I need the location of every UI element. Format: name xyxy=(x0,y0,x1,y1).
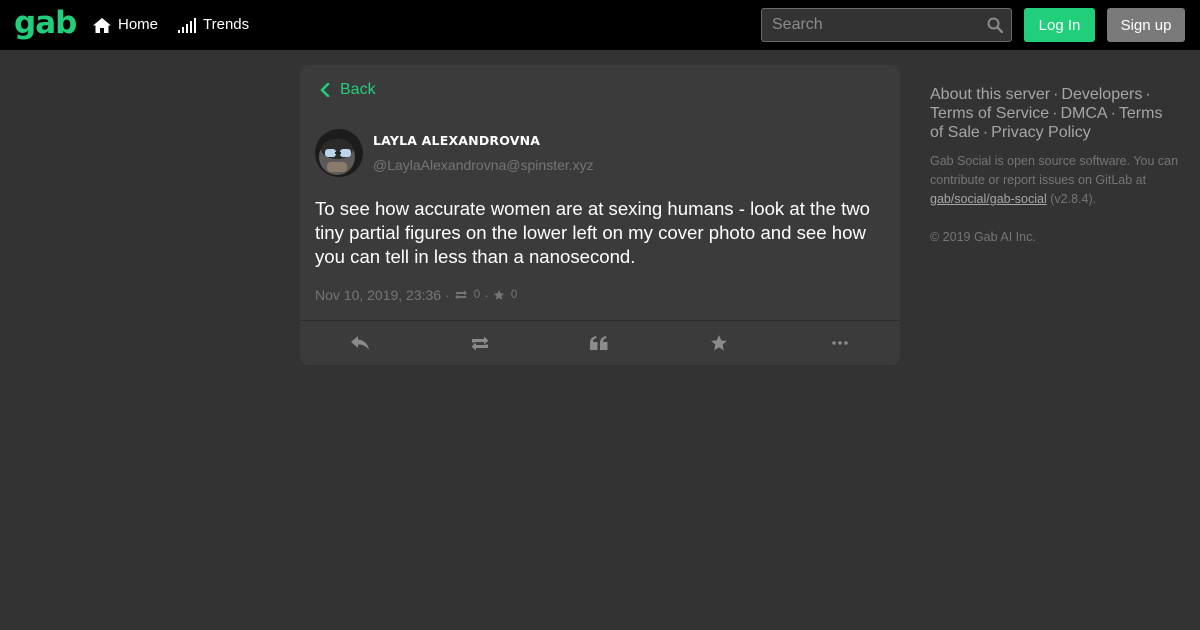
repost-count: 0 xyxy=(473,289,481,301)
star-icon xyxy=(711,335,727,351)
more-options-button[interactable] xyxy=(828,333,852,353)
back-label: Back xyxy=(340,81,376,98)
reply-icon xyxy=(351,336,369,350)
top-navigation-bar: gab Home Trends Log In Sign up xyxy=(0,0,1200,50)
status-content: To see how accurate women are at sexing … xyxy=(315,198,871,267)
developers-link[interactable]: Developers xyxy=(1061,86,1142,103)
login-button[interactable]: Log In xyxy=(1024,8,1095,42)
footer-links: About this server · Developers · Terms of S… xyxy=(930,86,1163,141)
nav-trends-link[interactable]: Trends xyxy=(178,14,249,36)
favourite-count: 0 xyxy=(510,289,518,301)
quote-button[interactable] xyxy=(587,333,611,353)
back-button[interactable]: Back xyxy=(320,80,376,100)
about-server-link[interactable]: About this server xyxy=(930,86,1050,103)
repost-icon xyxy=(471,336,489,350)
search-icon[interactable] xyxy=(987,17,1003,33)
status-action-bar xyxy=(300,320,900,365)
signup-button[interactable]: Sign up xyxy=(1107,8,1185,42)
search-input[interactable] xyxy=(762,9,1011,41)
terms-of-service-link[interactable]: Terms of Service xyxy=(930,105,1049,122)
quote-icon xyxy=(590,335,608,350)
status-timestamp[interactable]: Nov 10, 2019, 23:36 xyxy=(315,287,441,303)
account-handle[interactable]: @LaylaAlexandrovna@spinster.xyz xyxy=(373,157,594,173)
signal-bars-icon xyxy=(178,17,196,33)
status-card: Back LAYLA ALEXANDROVNA @LaylaAlexandrov… xyxy=(300,65,900,365)
repost-count-icon xyxy=(454,290,467,300)
version-text: (v2.8.4). xyxy=(1050,192,1097,206)
nav-home-label: Home xyxy=(118,16,159,33)
favourite-count-icon xyxy=(493,289,505,300)
about-prefix: Gab Social is open source software. You … xyxy=(930,154,1179,187)
search-box xyxy=(761,8,1012,42)
display-name[interactable]: LAYLA ALEXANDROVNA xyxy=(373,133,540,148)
chevron-left-icon xyxy=(320,83,330,97)
reply-button[interactable] xyxy=(348,333,372,353)
status-meta: Nov 10, 2019, 23:36 · 0 · 0 xyxy=(315,287,518,303)
nav-home-link[interactable]: Home xyxy=(93,14,158,36)
about-text: Gab Social is open source software. You … xyxy=(930,152,1180,209)
privacy-policy-link[interactable]: Privacy Policy xyxy=(991,124,1091,141)
home-icon xyxy=(93,17,111,33)
avatar[interactable] xyxy=(315,129,363,177)
gitlab-link[interactable]: gab/social/gab-social xyxy=(930,192,1047,206)
nav-trends-label: Trends xyxy=(203,16,250,33)
dmca-link[interactable]: DMCA xyxy=(1060,105,1107,122)
ellipsis-icon xyxy=(832,341,848,345)
repost-button[interactable] xyxy=(468,333,492,353)
gab-logo[interactable]: gab xyxy=(14,6,77,40)
favourite-button[interactable] xyxy=(707,333,731,353)
copyright: © 2019 Gab AI Inc. xyxy=(930,230,1036,244)
sidebar-footer: About this server · Developers · Terms of S… xyxy=(930,85,1180,247)
